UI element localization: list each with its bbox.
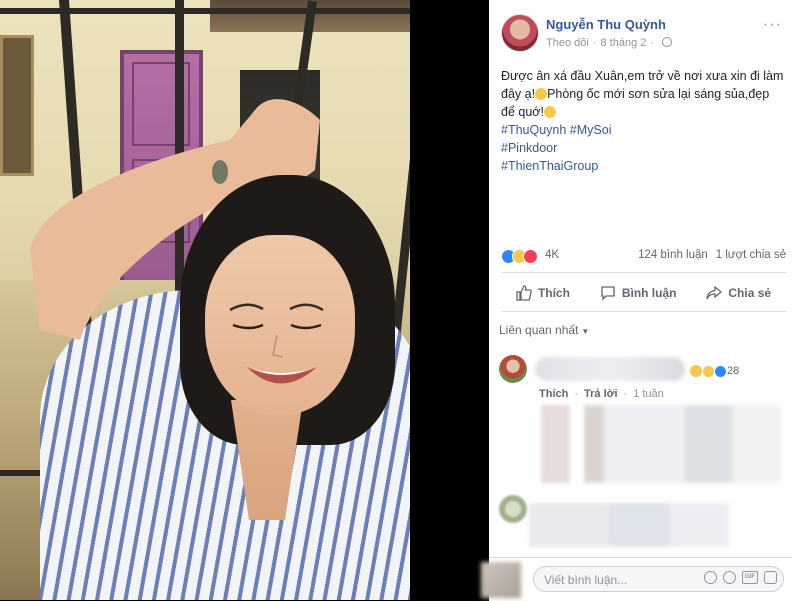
post-panel: Nguyễn Thu Quỳnh Theo dõi · 8 tháng 2 · ···… bbox=[489, 0, 792, 600]
like-reaction-icon bbox=[715, 365, 726, 377]
meta-separator: · bbox=[592, 37, 597, 49]
post-photo[interactable] bbox=[0, 0, 410, 600]
thumbs-up-icon bbox=[516, 285, 532, 301]
composer-icons: GIF bbox=[704, 571, 777, 584]
comment-item bbox=[499, 495, 789, 555]
laughing-emoji-icon bbox=[535, 88, 548, 100]
follow-link[interactable]: Theo dõi bbox=[546, 37, 589, 49]
comment-button[interactable]: Bình luận bbox=[600, 281, 677, 305]
comment-item: 28 Thích · Trả lời · 1 tuần bbox=[499, 355, 789, 405]
comment-time[interactable]: 1 tuần bbox=[633, 388, 664, 400]
comment-reactions[interactable]: 28 bbox=[703, 365, 739, 377]
post-header: Nguyễn Thu Quỳnh Theo dõi · 8 tháng 2 · ··· bbox=[501, 14, 786, 54]
reaction-summary: 4K 124 bình luận 1 lượt chia sẻ bbox=[501, 247, 786, 265]
post-meta: Theo dõi · 8 tháng 2 · bbox=[546, 37, 673, 49]
more-options-icon[interactable]: ··· bbox=[763, 16, 782, 34]
hashtag-link[interactable]: #Pinkdoor bbox=[501, 139, 786, 157]
post-date[interactable]: 8 tháng 2 bbox=[600, 37, 646, 49]
comment-like-link[interactable]: Thích bbox=[539, 388, 568, 400]
post-stats: 124 bình luận 1 lượt chia sẻ bbox=[638, 249, 786, 261]
caret-down-icon: ▼ bbox=[581, 327, 590, 336]
laughing-emoji-icon bbox=[690, 365, 702, 377]
hashtag-link[interactable]: #ThienThaiGroup bbox=[501, 157, 786, 175]
comment-count[interactable]: 124 bình luận bbox=[638, 249, 708, 261]
commenter-avatar[interactable] bbox=[499, 355, 527, 383]
camera-icon[interactable] bbox=[723, 571, 736, 584]
commenter-avatar[interactable] bbox=[499, 495, 527, 523]
comment-separator: · bbox=[623, 388, 628, 400]
tongue-emoji-icon bbox=[543, 106, 556, 118]
gif-icon[interactable]: GIF bbox=[742, 571, 758, 584]
reaction-count[interactable]: 4K bbox=[545, 249, 559, 261]
divider bbox=[501, 311, 786, 312]
love-reaction-icon[interactable] bbox=[523, 249, 538, 264]
like-label: Thích bbox=[537, 286, 570, 300]
current-user-avatar bbox=[481, 562, 521, 598]
author-avatar[interactable] bbox=[501, 14, 539, 52]
post-text: Được ân xá đầu Xuân,em trở về nơi xưa xi… bbox=[501, 67, 786, 175]
face bbox=[205, 235, 355, 415]
blurred-text bbox=[541, 405, 781, 483]
comment-placeholder: Viết bình luận... bbox=[544, 573, 628, 587]
share-icon bbox=[706, 285, 723, 300]
comment-composer: Viết bình luận... GIF bbox=[481, 557, 792, 601]
comment-sort-dropdown[interactable]: Liên quan nhất ▼ bbox=[499, 323, 589, 337]
comment-bubble-blurred bbox=[535, 357, 685, 381]
comment-label: Bình luận bbox=[621, 286, 677, 300]
comment-separator: · bbox=[574, 388, 579, 400]
meta-separator: · bbox=[650, 37, 655, 49]
blurred-text bbox=[529, 503, 729, 547]
comment-input[interactable]: Viết bình luận... GIF bbox=[533, 566, 784, 592]
share-count[interactable]: 1 lượt chia sẻ bbox=[716, 249, 786, 261]
share-label: Chia sẻ bbox=[728, 286, 772, 300]
share-button[interactable]: Chia sẻ bbox=[706, 281, 771, 305]
sticker-icon[interactable] bbox=[764, 571, 777, 584]
author-name[interactable]: Nguyễn Thu Quỳnh bbox=[546, 17, 666, 32]
comment-reply-link[interactable]: Trả lời bbox=[584, 388, 618, 400]
post-actions: Thích Bình luận Chia sẻ bbox=[501, 281, 786, 305]
comment-icon bbox=[601, 286, 615, 301]
like-button[interactable]: Thích bbox=[516, 281, 570, 305]
haha-reaction-icon bbox=[703, 365, 714, 377]
comment-reaction-count: 28 bbox=[727, 365, 740, 377]
globe-icon bbox=[662, 37, 673, 47]
divider bbox=[501, 272, 786, 273]
hashtag-link[interactable]: #ThuQuynh #MySoi bbox=[501, 121, 786, 139]
comment-actions: Thích · Trả lời · 1 tuần bbox=[539, 388, 670, 400]
sort-label: Liên quan nhất bbox=[499, 323, 579, 337]
emoji-icon[interactable] bbox=[704, 571, 717, 584]
fence-rail bbox=[0, 8, 410, 14]
comment-reply-blurred bbox=[499, 405, 789, 485]
